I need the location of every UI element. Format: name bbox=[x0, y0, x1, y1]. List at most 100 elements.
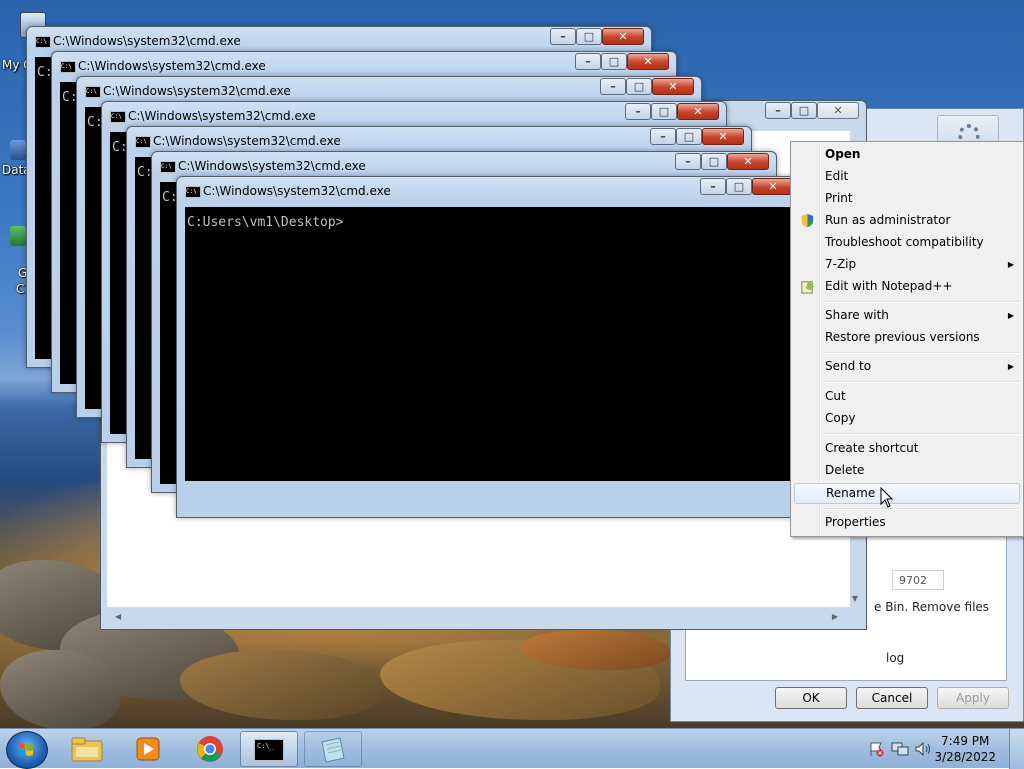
minimize-button[interactable]: – bbox=[625, 103, 651, 120]
notepadpp-icon bbox=[801, 280, 815, 294]
apply-button[interactable]: Apply bbox=[937, 687, 1009, 709]
maximize-button[interactable]: □ bbox=[791, 102, 817, 119]
menu-item-label: Print bbox=[825, 191, 853, 205]
size-value-field[interactable]: 9702 bbox=[892, 570, 944, 590]
menu-item-troubleshoot-compatibility[interactable]: Troubleshoot compatibility bbox=[794, 232, 1020, 253]
close-icon: ✕ bbox=[618, 30, 628, 43]
menu-item-edit[interactable]: Edit bbox=[794, 166, 1020, 187]
menu-item-properties[interactable]: Properties bbox=[794, 512, 1020, 533]
cmd-icon: C:\ bbox=[110, 111, 126, 123]
minimize-button[interactable]: – bbox=[575, 53, 601, 70]
scroll-down-icon[interactable]: ▼ bbox=[852, 594, 858, 603]
menu-item-print[interactable]: Print bbox=[794, 188, 1020, 209]
maximize-icon: □ bbox=[708, 155, 720, 168]
menu-item-7zip[interactable]: 7-Zip ▶ bbox=[794, 254, 1020, 275]
maximize-button[interactable]: □ bbox=[676, 128, 702, 145]
chrome-icon bbox=[197, 736, 223, 762]
close-icon: ✕ bbox=[833, 104, 843, 117]
show-desktop-button[interactable] bbox=[1009, 729, 1024, 769]
scroll-right-icon[interactable]: ▶ bbox=[832, 612, 838, 621]
window-title: C:\Windows\system32\cmd.exe bbox=[53, 34, 241, 48]
submenu-arrow-icon: ▶ bbox=[1007, 362, 1014, 371]
cmd-window-active[interactable]: C:\ C:\Windows\system32\cmd.exe – □ ✕ C:… bbox=[176, 176, 802, 518]
maximize-button[interactable]: □ bbox=[576, 28, 602, 45]
close-button[interactable]: ✕ bbox=[652, 78, 694, 95]
close-button[interactable]: ✕ bbox=[752, 178, 794, 195]
menu-item-edit-with-notepadpp[interactable]: Edit with Notepad++ bbox=[794, 276, 1020, 297]
menu-separator bbox=[823, 381, 1020, 383]
explorer-icon bbox=[71, 737, 103, 762]
menu-item-label: Copy bbox=[825, 411, 856, 425]
scroll-left-icon[interactable]: ◀ bbox=[115, 612, 121, 621]
taskbar-chrome-button[interactable] bbox=[182, 731, 240, 767]
minimize-icon: – bbox=[560, 30, 566, 43]
menu-item-label: Troubleshoot compatibility bbox=[825, 235, 984, 249]
window-title: C:\Windows\system32\cmd.exe bbox=[103, 84, 291, 98]
menu-item-copy[interactable]: Copy bbox=[794, 408, 1020, 429]
minimize-icon: – bbox=[585, 55, 591, 68]
cmd-icon: C:\ bbox=[85, 86, 101, 98]
close-icon: ✕ bbox=[718, 130, 728, 143]
taskbar-media-player-button[interactable] bbox=[120, 731, 178, 767]
app-icon[interactable] bbox=[10, 226, 26, 246]
console-area[interactable]: C:Users\vm1\Desktop> bbox=[185, 207, 793, 481]
close-button[interactable]: ✕ bbox=[602, 28, 644, 45]
maximize-icon: □ bbox=[633, 80, 645, 93]
menu-item-delete[interactable]: Delete bbox=[794, 460, 1020, 481]
notepad-icon bbox=[321, 737, 345, 763]
mouse-pointer-icon bbox=[880, 487, 894, 508]
database-icon[interactable] bbox=[10, 140, 26, 160]
minimize-button[interactable]: – bbox=[675, 153, 701, 170]
taskbar-notepad-button[interactable] bbox=[304, 731, 362, 767]
maximize-icon: □ bbox=[683, 130, 695, 143]
minimize-button[interactable]: – bbox=[700, 178, 726, 195]
close-button[interactable]: ✕ bbox=[727, 153, 769, 170]
maximize-button[interactable]: □ bbox=[651, 103, 677, 120]
ok-button[interactable]: OK bbox=[775, 687, 847, 709]
menu-item-label: Create shortcut bbox=[825, 441, 919, 455]
menu-item-create-shortcut[interactable]: Create shortcut bbox=[794, 438, 1020, 459]
window-title: C:\Windows\system32\cmd.exe bbox=[178, 159, 366, 173]
close-button[interactable]: ✕ bbox=[702, 128, 744, 145]
menu-item-label: Delete bbox=[825, 463, 865, 477]
clock-time: 7:49 PM bbox=[941, 734, 990, 748]
menu-item-label: Edit bbox=[825, 169, 849, 183]
maximize-button[interactable]: □ bbox=[726, 178, 752, 195]
menu-item-label: Open bbox=[825, 147, 861, 161]
menu-item-send-to[interactable]: Send to ▶ bbox=[794, 356, 1020, 377]
menu-item-restore-previous-versions[interactable]: Restore previous versions bbox=[794, 327, 1020, 348]
window-title: C:\Windows\system32\cmd.exe bbox=[78, 59, 266, 73]
maximize-icon: □ bbox=[658, 105, 670, 118]
volume-icon[interactable] bbox=[914, 741, 932, 757]
taskbar-cmd-button[interactable]: C:\_ bbox=[240, 731, 298, 767]
submenu-arrow-icon: ▶ bbox=[1007, 311, 1014, 320]
menu-item-run-as-administrator[interactable]: Run as administrator bbox=[794, 210, 1020, 231]
minimize-button[interactable]: – bbox=[650, 128, 676, 145]
maximize-button[interactable]: □ bbox=[701, 153, 727, 170]
minimize-icon: – bbox=[635, 105, 641, 118]
minimize-button[interactable]: – bbox=[550, 28, 576, 45]
start-button[interactable] bbox=[6, 731, 48, 769]
cancel-button[interactable]: Cancel bbox=[856, 687, 928, 709]
system-clock[interactable]: 7:49 PM 3/28/2022 bbox=[934, 733, 996, 765]
taskbar-explorer-button[interactable] bbox=[58, 731, 116, 767]
menu-item-label: Restore previous versions bbox=[825, 330, 980, 344]
maximize-button[interactable]: □ bbox=[601, 53, 627, 70]
window-title: C:\Windows\system32\cmd.exe bbox=[203, 184, 391, 198]
menu-item-label: Rename bbox=[826, 486, 876, 500]
menu-item-open[interactable]: Open bbox=[794, 144, 1020, 165]
minimize-icon: – bbox=[660, 130, 666, 143]
cmd-icon: C:\ bbox=[60, 61, 76, 73]
close-button[interactable]: ✕ bbox=[627, 53, 669, 70]
menu-item-share-with[interactable]: Share with ▶ bbox=[794, 305, 1020, 326]
action-center-flag-icon[interactable] bbox=[868, 741, 884, 757]
close-button[interactable]: ✕ bbox=[677, 103, 719, 120]
minimize-button[interactable]: – bbox=[600, 78, 626, 95]
menu-item-rename[interactable]: Rename bbox=[794, 483, 1020, 504]
minimize-button[interactable]: – bbox=[765, 102, 791, 119]
menu-item-cut[interactable]: Cut bbox=[794, 386, 1020, 407]
network-icon[interactable] bbox=[891, 741, 909, 757]
maximize-button[interactable]: □ bbox=[626, 78, 652, 95]
remove-files-text: e Bin. Remove files bbox=[874, 600, 990, 614]
close-button[interactable]: ✕ bbox=[817, 102, 859, 119]
